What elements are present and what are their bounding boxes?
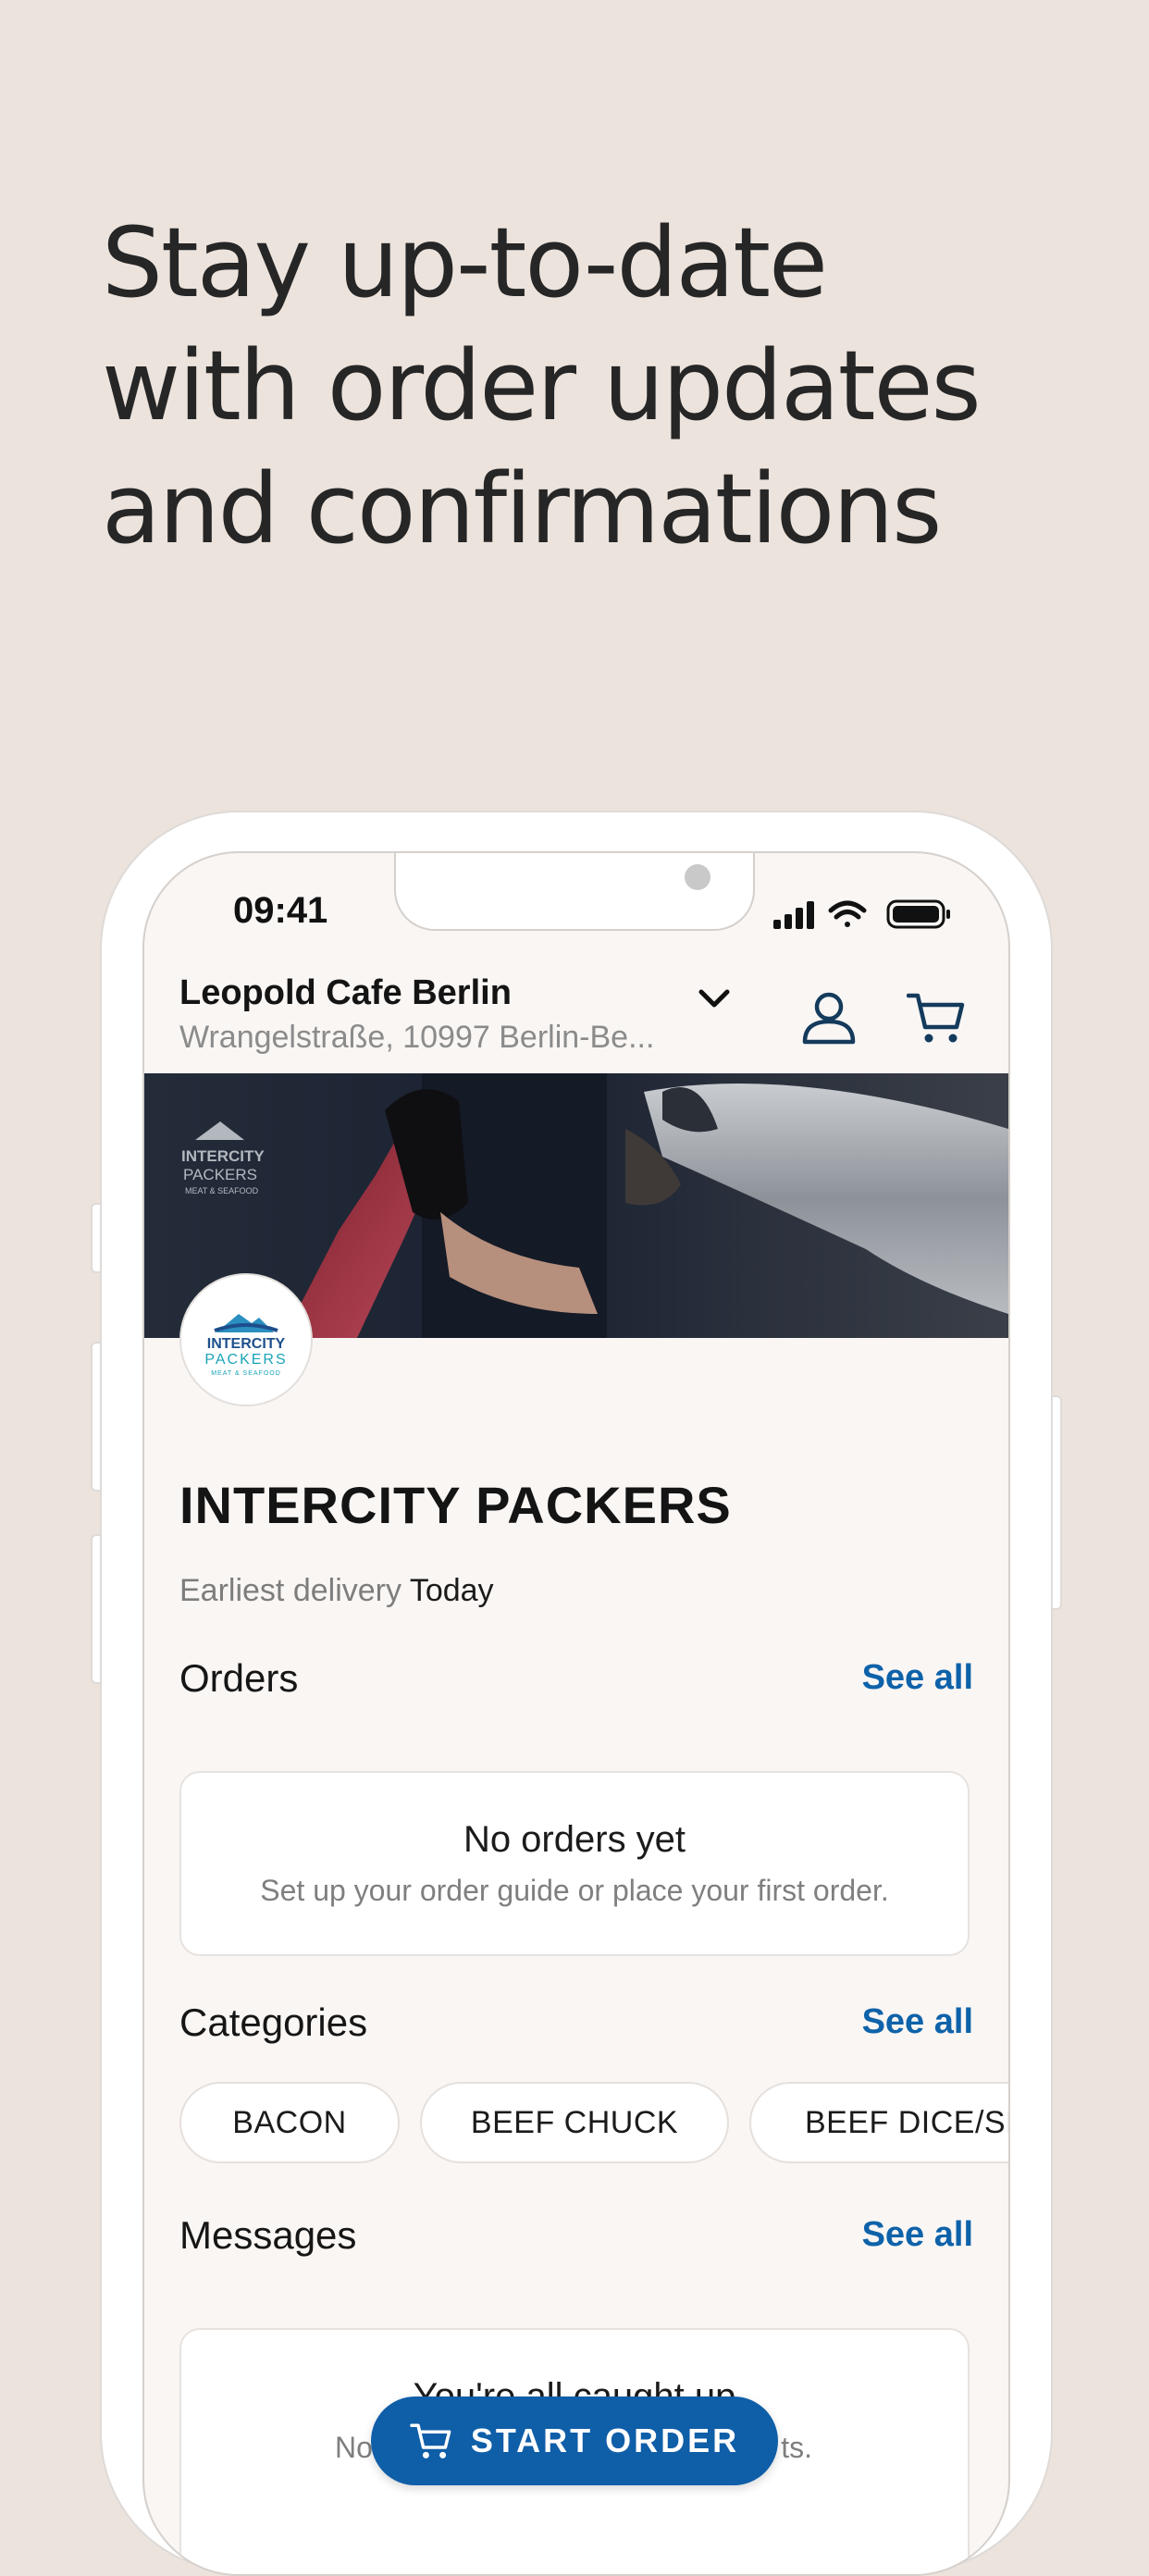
chevron-down-icon[interactable] <box>696 985 733 1012</box>
intercity-packers-logo: INTERCITY PACKERS MEAT & SEAFOOD <box>204 1314 287 1377</box>
notch <box>394 853 755 931</box>
messages-subtitle-start: No <box>335 2431 373 2464</box>
start-order-label: START ORDER <box>470 2421 740 2459</box>
headline-line-1: Stay up-to-date <box>102 206 828 319</box>
svg-text:INTERCITY: INTERCITY <box>181 1147 265 1165</box>
category-chip[interactable]: BACON <box>179 2082 400 2163</box>
cart-icon <box>410 2423 451 2458</box>
delivery-value: Today <box>409 1573 494 1608</box>
logo-line-2: PACKERS <box>204 1352 287 1368</box>
orders-empty-card: No orders yet Set up your order guide or… <box>179 1771 970 1956</box>
category-chip[interactable]: BEEF CHUCK <box>420 2082 729 2163</box>
messages-see-all-link[interactable]: See all <box>862 2215 973 2255</box>
headline: Stay up-to-date with order updates and c… <box>102 202 1064 571</box>
headline-line-3: and confirmations <box>102 452 942 565</box>
vendor-name: INTERCITY PACKERS <box>179 1476 732 1534</box>
camera-dot <box>685 864 710 890</box>
earliest-delivery: Earliest delivery Today <box>179 1573 494 1609</box>
orders-empty-subtitle: Set up your order guide or place your fi… <box>260 1874 889 1907</box>
wifi-icon <box>828 900 867 927</box>
headline-line-2: with order updates <box>102 329 982 442</box>
start-order-button[interactable]: START ORDER <box>371 2396 778 2485</box>
orders-empty-title: No orders yet <box>463 1819 686 1860</box>
store-address: Wrangelstraße, 10997 Berlin-Be... <box>179 1020 655 1055</box>
svg-text:MEAT & SEAFOOD: MEAT & SEAFOOD <box>185 1186 259 1195</box>
cart-icon[interactable] <box>907 990 966 1046</box>
category-chip[interactable]: BEEF DICE/SL <box>749 2082 1008 2163</box>
orders-see-all-link[interactable]: See all <box>862 1658 973 1698</box>
signal-icon <box>773 901 814 929</box>
status-icons <box>773 899 950 929</box>
logo-line-3: MEAT & SEAFOOD <box>211 1370 281 1377</box>
delivery-label: Earliest delivery <box>179 1573 402 1608</box>
status-time: 09:41 <box>233 890 328 931</box>
battery-icon <box>886 899 950 929</box>
account-icon[interactable] <box>801 990 857 1046</box>
messages-title: Messages <box>179 2213 357 2257</box>
categories-title: Categories <box>179 2000 368 2044</box>
status-bar: 09:41 <box>144 853 1008 955</box>
store-name: Leopold Cafe Berlin <box>179 973 512 1012</box>
messages-subtitle-end: ts. <box>781 2431 812 2464</box>
categories-see-all-link[interactable]: See all <box>862 2002 973 2042</box>
logo-line-1: INTERCITY <box>207 1336 286 1352</box>
phone-screen: 09:41 Leopold Cafe Berlin Wrangelstraße,… <box>142 851 1010 2576</box>
svg-text:PACKERS: PACKERS <box>183 1166 257 1183</box>
orders-title: Orders <box>179 1656 299 1700</box>
vendor-logo: INTERCITY PACKERS MEAT & SEAFOOD <box>179 1273 313 1406</box>
category-chips: BACON BEEF CHUCK BEEF DICE/SL <box>179 2082 1008 2167</box>
